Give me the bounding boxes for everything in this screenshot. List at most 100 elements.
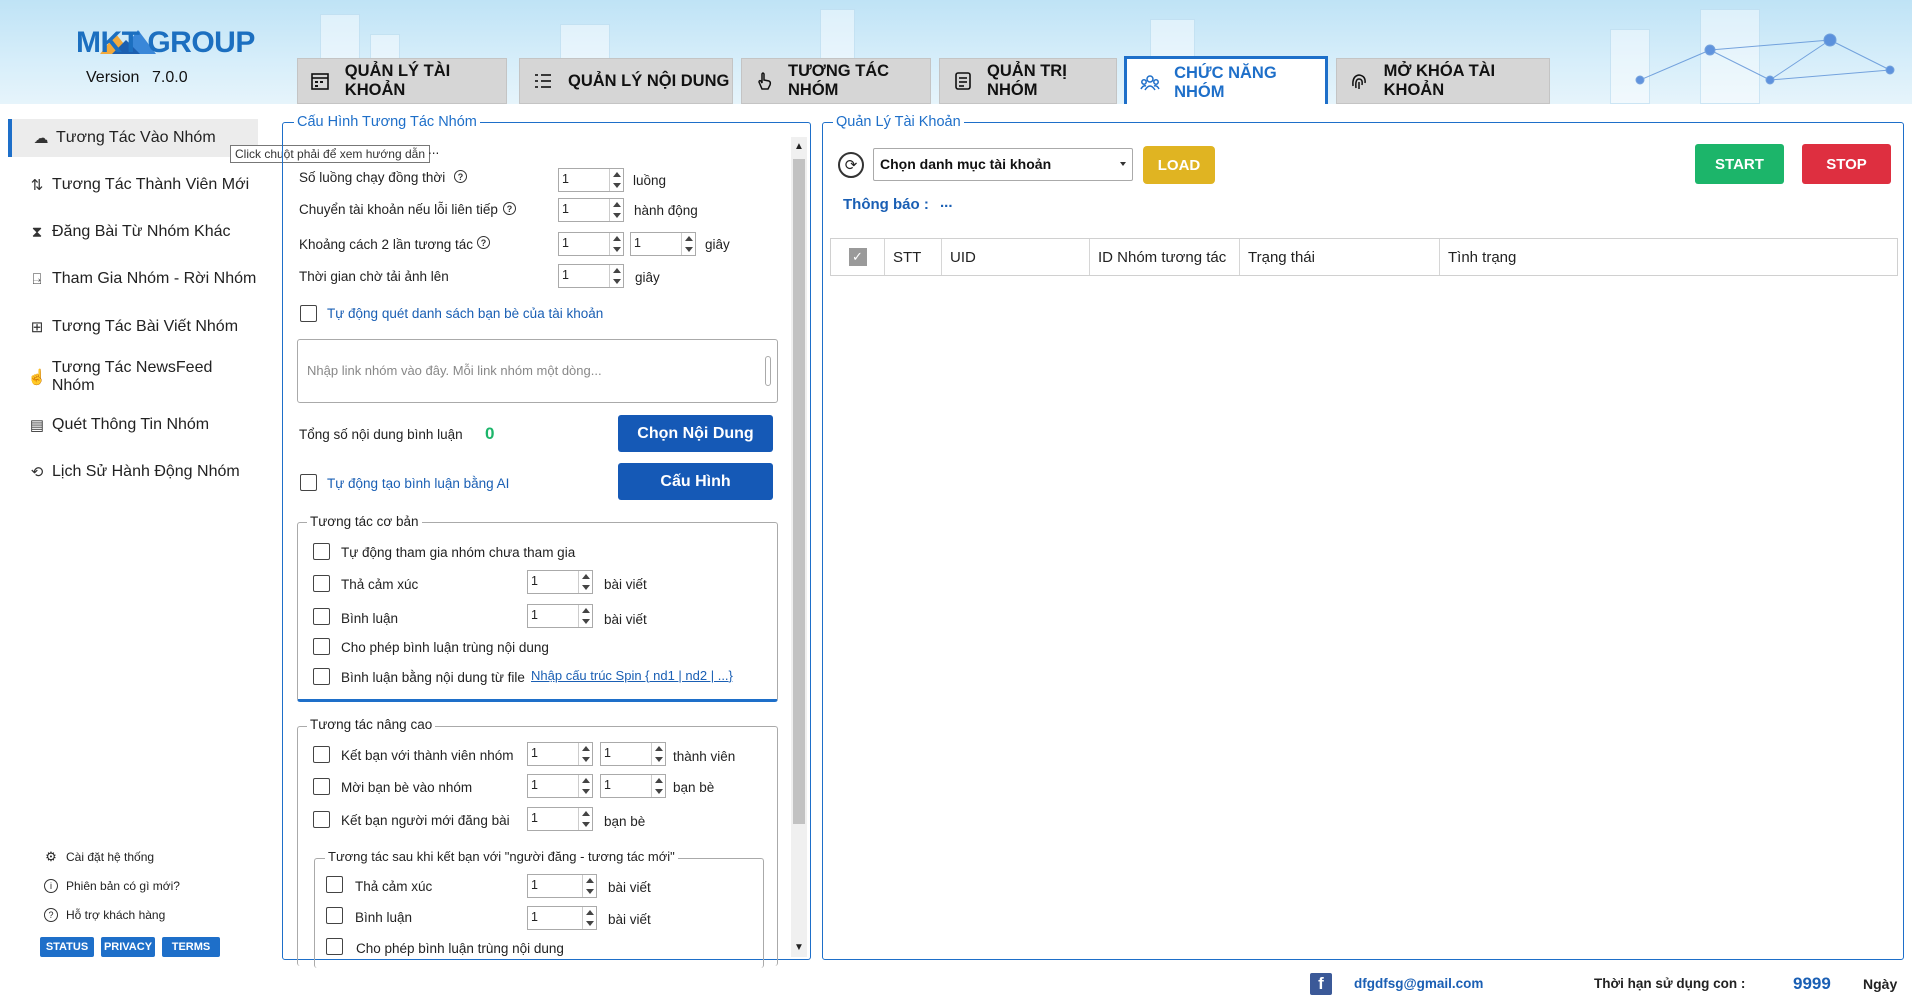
scrollbar-thumb[interactable] — [793, 159, 805, 824]
gap-min-input[interactable]: 1 — [558, 232, 624, 256]
add-friend-max-input[interactable]: 1 — [600, 742, 666, 766]
customer-support-link[interactable]: ? Hỗ trợ khách hàng — [44, 908, 165, 922]
invite-friends-checkbox[interactable] — [313, 778, 330, 795]
threads-input[interactable]: 1 — [558, 168, 624, 192]
sidebar-item-join-leave[interactable]: ⍈ Tham Gia Nhóm - Rời Nhóm — [8, 260, 258, 298]
gap-max-input[interactable]: 1 — [630, 232, 696, 256]
tab-label: QUẢN LÝ NỘI DUNG — [568, 71, 730, 90]
auto-scan-checkbox[interactable] — [300, 305, 317, 322]
version-value: 7.0.0 — [152, 69, 188, 86]
account-category-select[interactable]: Chọn danh mục tài khoản — [873, 148, 1133, 181]
invite-friends-label: Mời bạn bè vào nhóm — [341, 780, 473, 795]
sidebar-item-label: Tương Tác Bài Viết Nhóm — [52, 318, 239, 335]
tab-label: CHỨC NĂNG NHÓM — [1174, 63, 1277, 101]
after-react-input[interactable]: 1 — [527, 874, 597, 898]
column-status[interactable]: Trạng thái — [1240, 239, 1440, 275]
comment-from-file-checkbox[interactable] — [313, 668, 330, 685]
version-label: Version — [86, 69, 140, 86]
status-button[interactable]: STATUS — [40, 937, 94, 957]
config-ellipsis: ... — [428, 142, 440, 157]
system-settings-link[interactable]: ⚙ Cài đặt hệ thống — [44, 849, 154, 864]
sidebar-item-post-interaction[interactable]: ⊞ Tương Tác Bài Viết Nhóm — [8, 308, 258, 346]
after-react-checkbox[interactable] — [326, 876, 343, 893]
column-condition[interactable]: Tình trạng — [1440, 239, 1897, 275]
hand-icon: ☝ — [27, 369, 47, 386]
group-links-textarea[interactable]: Nhập link nhóm vào đây. Mỗi link nhóm mộ… — [297, 339, 778, 403]
tab-label: TƯƠNG TÁC NHÓM — [788, 62, 890, 99]
calendar-icon — [310, 70, 331, 92]
tab-account-management[interactable]: QUẢN LÝ TÀI KHOẢN — [297, 58, 507, 104]
whats-new-link[interactable]: i Phiên bản có gì mới? — [44, 879, 180, 893]
auto-join-checkbox[interactable] — [313, 543, 330, 560]
document-icon — [952, 70, 973, 92]
spin-structure-link[interactable]: Nhập cấu trúc Spin { nd1 | nd2 | ...} — [531, 668, 733, 683]
sidebar-item-newsfeed[interactable]: ☝ Tương Tác NewsFeed Nhóm — [8, 358, 258, 396]
comment-count-input[interactable]: 1 — [527, 604, 593, 628]
after-allow-duplicate-label: Cho phép bình luận trùng nội dung — [356, 941, 564, 956]
total-comments-label: Tổng số nội dung bình luận — [299, 427, 463, 442]
sidebar-item-label: Tương Tác Vào Nhóm — [56, 129, 216, 146]
add-friend-posters-checkbox[interactable] — [313, 811, 330, 828]
allow-duplicate-checkbox[interactable] — [313, 638, 330, 655]
scroll-up-icon[interactable]: ▲ — [794, 141, 804, 152]
after-allow-duplicate-checkbox[interactable] — [326, 938, 343, 955]
choose-content-button[interactable]: Chọn Nội Dung — [618, 415, 773, 452]
ai-comment-label: Tự động tạo bình luận bằng AI — [327, 476, 510, 491]
help-icon[interactable]: ? — [477, 236, 490, 249]
poster-unit: bạn bè — [604, 814, 646, 829]
facebook-icon[interactable]: f — [1310, 973, 1332, 995]
comment-checkbox[interactable] — [313, 608, 330, 625]
column-uid[interactable]: UID — [942, 239, 1090, 275]
stop-button[interactable]: STOP — [1802, 144, 1891, 184]
load-button[interactable]: LOAD — [1143, 146, 1215, 184]
sidebar-item-post-from-group[interactable]: ⧗ Đăng Bài Từ Nhóm Khác — [8, 213, 258, 251]
tab-label: QUẢN TRỊ NHÓM — [987, 62, 1067, 99]
column-group-id[interactable]: ID Nhóm tương tác — [1090, 239, 1240, 275]
gap-unit: giây — [705, 237, 730, 252]
react-count-input[interactable]: 1 — [527, 570, 593, 594]
tab-label: QUẢN LÝ TÀI KHOẢN — [344, 62, 451, 99]
select-all-checkbox[interactable]: ✓ — [831, 239, 885, 275]
add-friend-min-input[interactable]: 1 — [527, 742, 593, 766]
sidebar-item-join-group-interaction[interactable]: ☁ Tương Tác Vào Nhóm — [8, 119, 258, 157]
switch-account-label: Chuyển tài khoản nếu lỗi liên tiếp — [299, 202, 498, 217]
refresh-icon[interactable]: ⟳ — [838, 152, 864, 178]
switch-account-input[interactable]: 1 — [558, 198, 624, 222]
threads-unit: luồng — [633, 173, 667, 188]
terms-button[interactable]: TERMS — [162, 937, 220, 957]
sidebar-item-history[interactable]: ⟲ Lịch Sử Hành Động Nhóm — [8, 453, 258, 491]
add-friend-members-checkbox[interactable] — [313, 746, 330, 763]
account-panel-title: Quản Lý Tài Khoản — [833, 114, 964, 130]
comment-from-file-label: Bình luận bằng nội dung từ file — [341, 670, 525, 685]
after-comment-checkbox[interactable] — [326, 907, 343, 924]
tab-group-functions[interactable]: CHỨC NĂNG NHÓM — [1124, 56, 1328, 104]
after-comment-input[interactable]: 1 — [527, 906, 597, 930]
tab-group-admin[interactable]: QUẢN TRỊ NHÓM — [939, 58, 1117, 104]
column-stt[interactable]: STT — [885, 239, 942, 275]
config-button[interactable]: Cấu Hình — [618, 463, 773, 500]
comment-unit: bài viết — [604, 612, 647, 627]
wait-upload-input[interactable]: 1 — [558, 264, 624, 288]
tab-content-management[interactable]: QUẢN LÝ NỘI DUNG — [519, 58, 733, 104]
tab-group-interaction[interactable]: TƯƠNG TÁC NHÓM — [741, 58, 931, 104]
help-icon[interactable]: ? — [454, 170, 467, 183]
scroll-down-icon[interactable]: ▼ — [794, 942, 804, 953]
ai-comment-checkbox[interactable] — [300, 474, 317, 491]
tab-unlock-account[interactable]: MỞ KHÓA TÀI KHOẢN — [1336, 58, 1550, 104]
sidebar-item-scan-info[interactable]: ▤ Quét Thông Tin Nhóm — [8, 406, 258, 444]
start-button[interactable]: START — [1695, 144, 1784, 184]
privacy-button[interactable]: PRIVACY — [101, 937, 155, 957]
invite-max-input[interactable]: 1 — [600, 774, 666, 798]
react-checkbox[interactable] — [313, 575, 330, 592]
basic-interaction-title: Tương tác cơ bản — [307, 514, 422, 529]
add-friend-unit: thành viên — [673, 749, 736, 764]
textarea-scrollbar[interactable] — [765, 356, 771, 386]
poster-count-input[interactable]: 1 — [527, 807, 593, 831]
sidebar-item-new-member[interactable]: ⇅ Tương Tác Thành Viên Mới — [8, 166, 258, 204]
invite-min-input[interactable]: 1 — [527, 774, 593, 798]
scan-icon: ▤ — [29, 417, 45, 434]
help-icon[interactable]: ? — [503, 202, 516, 215]
expiry-label: Thời hạn sử dụng con : — [1594, 976, 1746, 991]
cloud-icon: ☁ — [33, 130, 49, 147]
config-scrollbar[interactable]: ▲ ▼ — [791, 137, 807, 957]
